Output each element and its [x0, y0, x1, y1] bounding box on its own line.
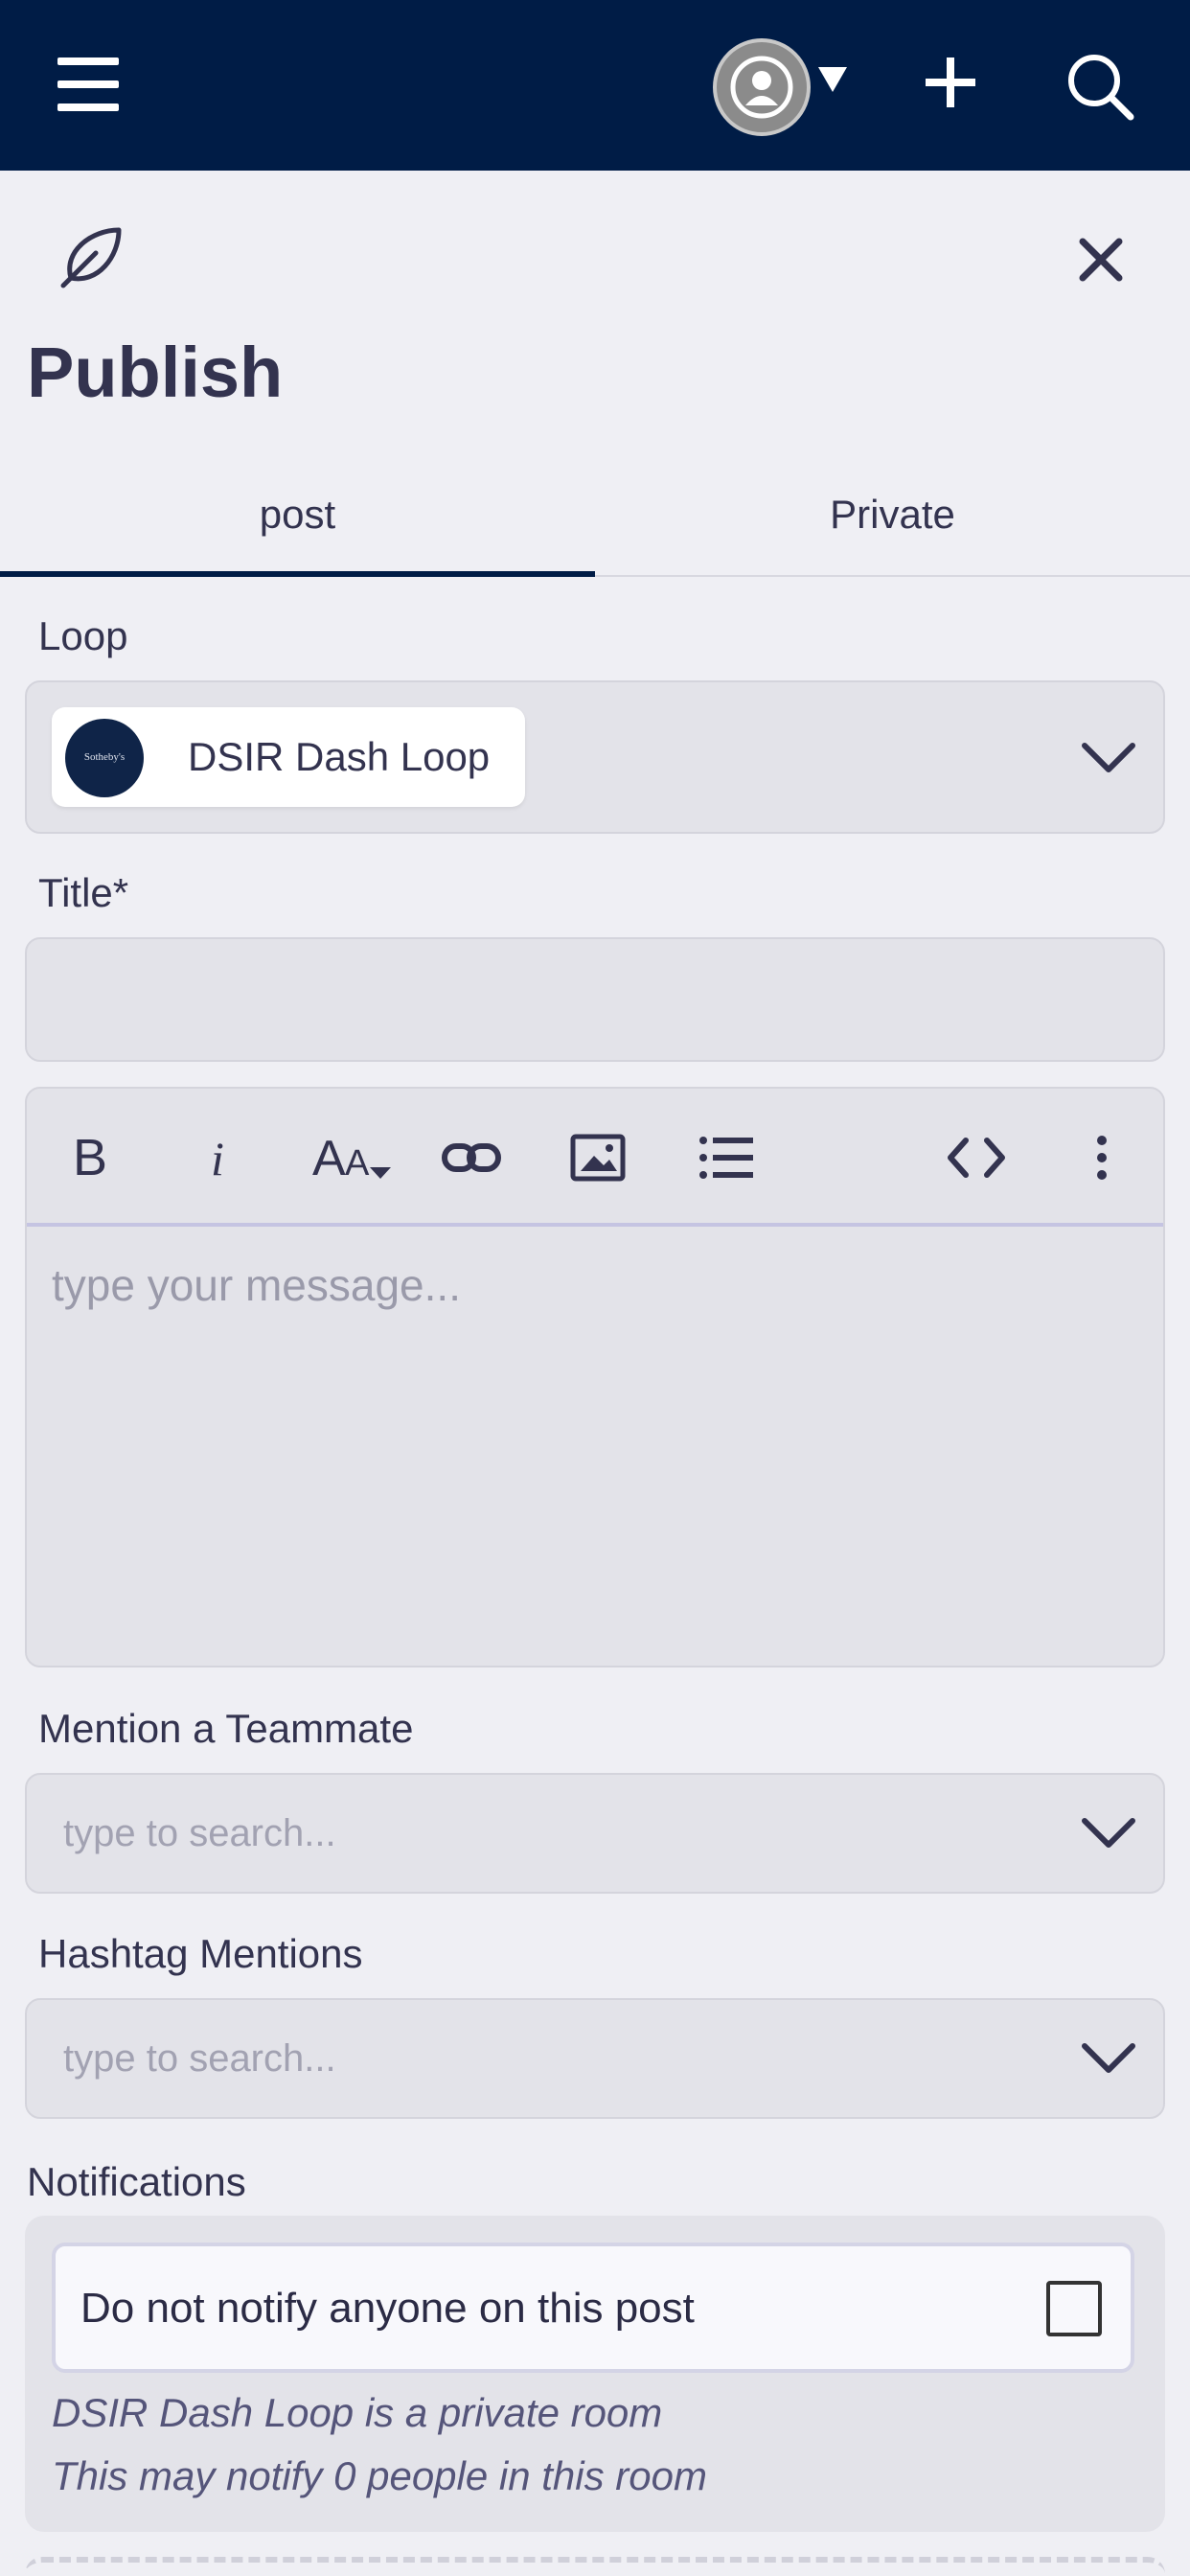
message-editor[interactable]: B i A A type your message...: [25, 1087, 1165, 1668]
tab-private[interactable]: Private: [595, 475, 1190, 577]
message-placeholder[interactable]: type your message...: [52, 1259, 461, 1311]
italic-icon[interactable]: i: [201, 1127, 240, 1188]
mention-search-input[interactable]: type to search...: [25, 1773, 1165, 1894]
loop-select[interactable]: Sotheby's DSIR Dash Loop: [25, 680, 1165, 834]
loop-chip[interactable]: Sotheby's DSIR Dash Loop: [52, 707, 525, 807]
user-avatar-icon[interactable]: [713, 38, 811, 136]
private-room-note: DSIR Dash Loop is a private room: [52, 2390, 663, 2435]
do-not-notify-label: Do not notify anyone on this post: [80, 2285, 695, 2332]
page-title: Publish: [27, 333, 284, 412]
font-size-icon[interactable]: A A: [312, 1127, 395, 1188]
search-icon[interactable]: [1064, 50, 1136, 123]
notify-count-note: This may notify 0 people in this room: [52, 2453, 707, 2498]
do-not-notify-checkbox[interactable]: [1046, 2281, 1102, 2336]
loop-name: DSIR Dash Loop: [188, 734, 491, 779]
svg-text:B: B: [73, 1129, 107, 1186]
svg-text:A: A: [345, 1143, 370, 1184]
notifications-panel: Do not notify anyone on this post DSIR D…: [25, 2216, 1165, 2532]
editor-toolbar: B i A A: [27, 1089, 1163, 1227]
attachment-dropzone[interactable]: [25, 2557, 1165, 2576]
top-nav-bar: [0, 0, 1190, 171]
hashtag-label: Hashtag Mentions: [38, 1931, 363, 1976]
caret-down-icon[interactable]: [816, 63, 849, 96]
notifications-label: Notifications: [27, 2159, 246, 2204]
title-input[interactable]: [25, 937, 1165, 1062]
svg-text:A: A: [312, 1131, 346, 1186]
code-icon[interactable]: [945, 1127, 1008, 1188]
feather-icon: [60, 227, 122, 288]
plus-icon[interactable]: [922, 54, 979, 111]
bold-icon[interactable]: B: [69, 1127, 115, 1188]
title-label: Title*: [38, 870, 129, 915]
close-icon[interactable]: [1077, 236, 1125, 284]
chevron-down-icon[interactable]: [1081, 2042, 1136, 2075]
tab-post[interactable]: post: [0, 475, 595, 577]
hamburger-icon[interactable]: [57, 58, 119, 111]
mention-label: Mention a Teammate: [38, 1706, 414, 1751]
loop-logo: Sotheby's: [65, 719, 144, 797]
more-icon[interactable]: [1092, 1127, 1111, 1188]
chevron-down-icon[interactable]: [1081, 1817, 1136, 1850]
svg-text:i: i: [211, 1132, 224, 1185]
hashtag-search-input[interactable]: type to search...: [25, 1998, 1165, 2119]
do-not-notify-option[interactable]: Do not notify anyone on this post: [52, 2242, 1134, 2373]
image-icon[interactable]: [567, 1127, 629, 1188]
link-icon[interactable]: [441, 1127, 502, 1188]
list-icon[interactable]: [696, 1127, 757, 1188]
loop-label: Loop: [38, 613, 128, 658]
tab-bar: post Private: [0, 475, 1190, 577]
chevron-down-icon[interactable]: [1081, 742, 1136, 774]
